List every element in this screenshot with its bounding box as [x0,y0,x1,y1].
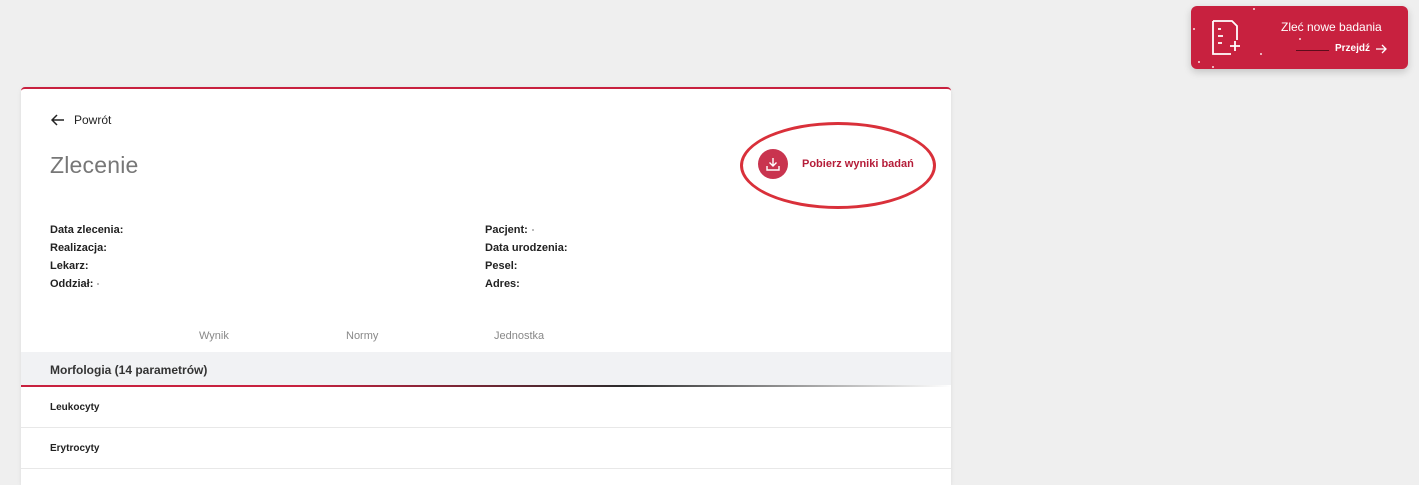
promo-go-link[interactable]: Przejdź [1335,43,1388,54]
info-label: Lekarz: [50,260,89,272]
promo-divider [1296,50,1329,51]
info-label: Oddział: [50,278,94,290]
order-card: Powrót Zlecenie Pobierz wyniki badań Dat… [21,87,951,485]
download-label: Pobierz wyniki badań [802,158,914,170]
info-label: Data zlecenia: [50,224,124,236]
redacted-value [531,229,534,231]
redacted-value [97,283,100,285]
info-label: Pacjent: [485,224,528,236]
info-doctor: Lekarz: [50,257,123,275]
document-plus-icon [1212,20,1240,55]
test-group-header[interactable]: Morfologia (14 parametrów) [21,352,951,387]
table-row: Leukocyty [21,387,951,428]
new-tests-promo-card[interactable]: Zleć nowe badania Przejdź [1191,6,1408,69]
parameter-name: Erytrocyty [50,442,100,454]
download-icon [766,158,780,171]
back-label: Powrót [74,113,112,127]
info-realization: Realizacja: [50,239,123,257]
info-pesel: Pesel: [485,257,568,275]
arrow-right-icon [1376,44,1387,53]
column-header-result: Wynik [199,330,229,342]
info-patient: Pacjent: [485,221,568,239]
parameter-name: Leukocyty [50,401,100,413]
info-label: Data urodzenia: [485,242,568,254]
info-label: Adres: [485,278,520,290]
arrow-left-icon [51,114,64,126]
info-label: Realizacja: [50,242,107,254]
promo-title: Zleć nowe badania [1281,20,1382,34]
download-icon-circle [758,149,788,179]
column-header-unit: Jednostka [494,330,545,342]
table-row: Erytrocyty [21,428,951,469]
order-info-left: Data zlecenia: Realizacja: Lekarz: Oddzi… [50,221,123,293]
info-department: Oddział: [50,275,123,293]
info-address: Adres: [485,275,568,293]
info-birth-date: Data urodzenia: [485,239,568,257]
download-results-button[interactable]: Pobierz wyniki badań [758,149,914,179]
back-link[interactable]: Powrót [51,113,111,127]
info-order-date: Data zlecenia: [50,221,123,239]
info-label: Pesel: [485,260,518,272]
promo-link-label: Przejdź [1335,43,1371,54]
order-info-right: Pacjent: Data urodzenia: Pesel: Adres: [485,221,568,293]
page-title: Zlecenie [50,152,139,178]
column-header-norms: Normy [346,330,379,342]
